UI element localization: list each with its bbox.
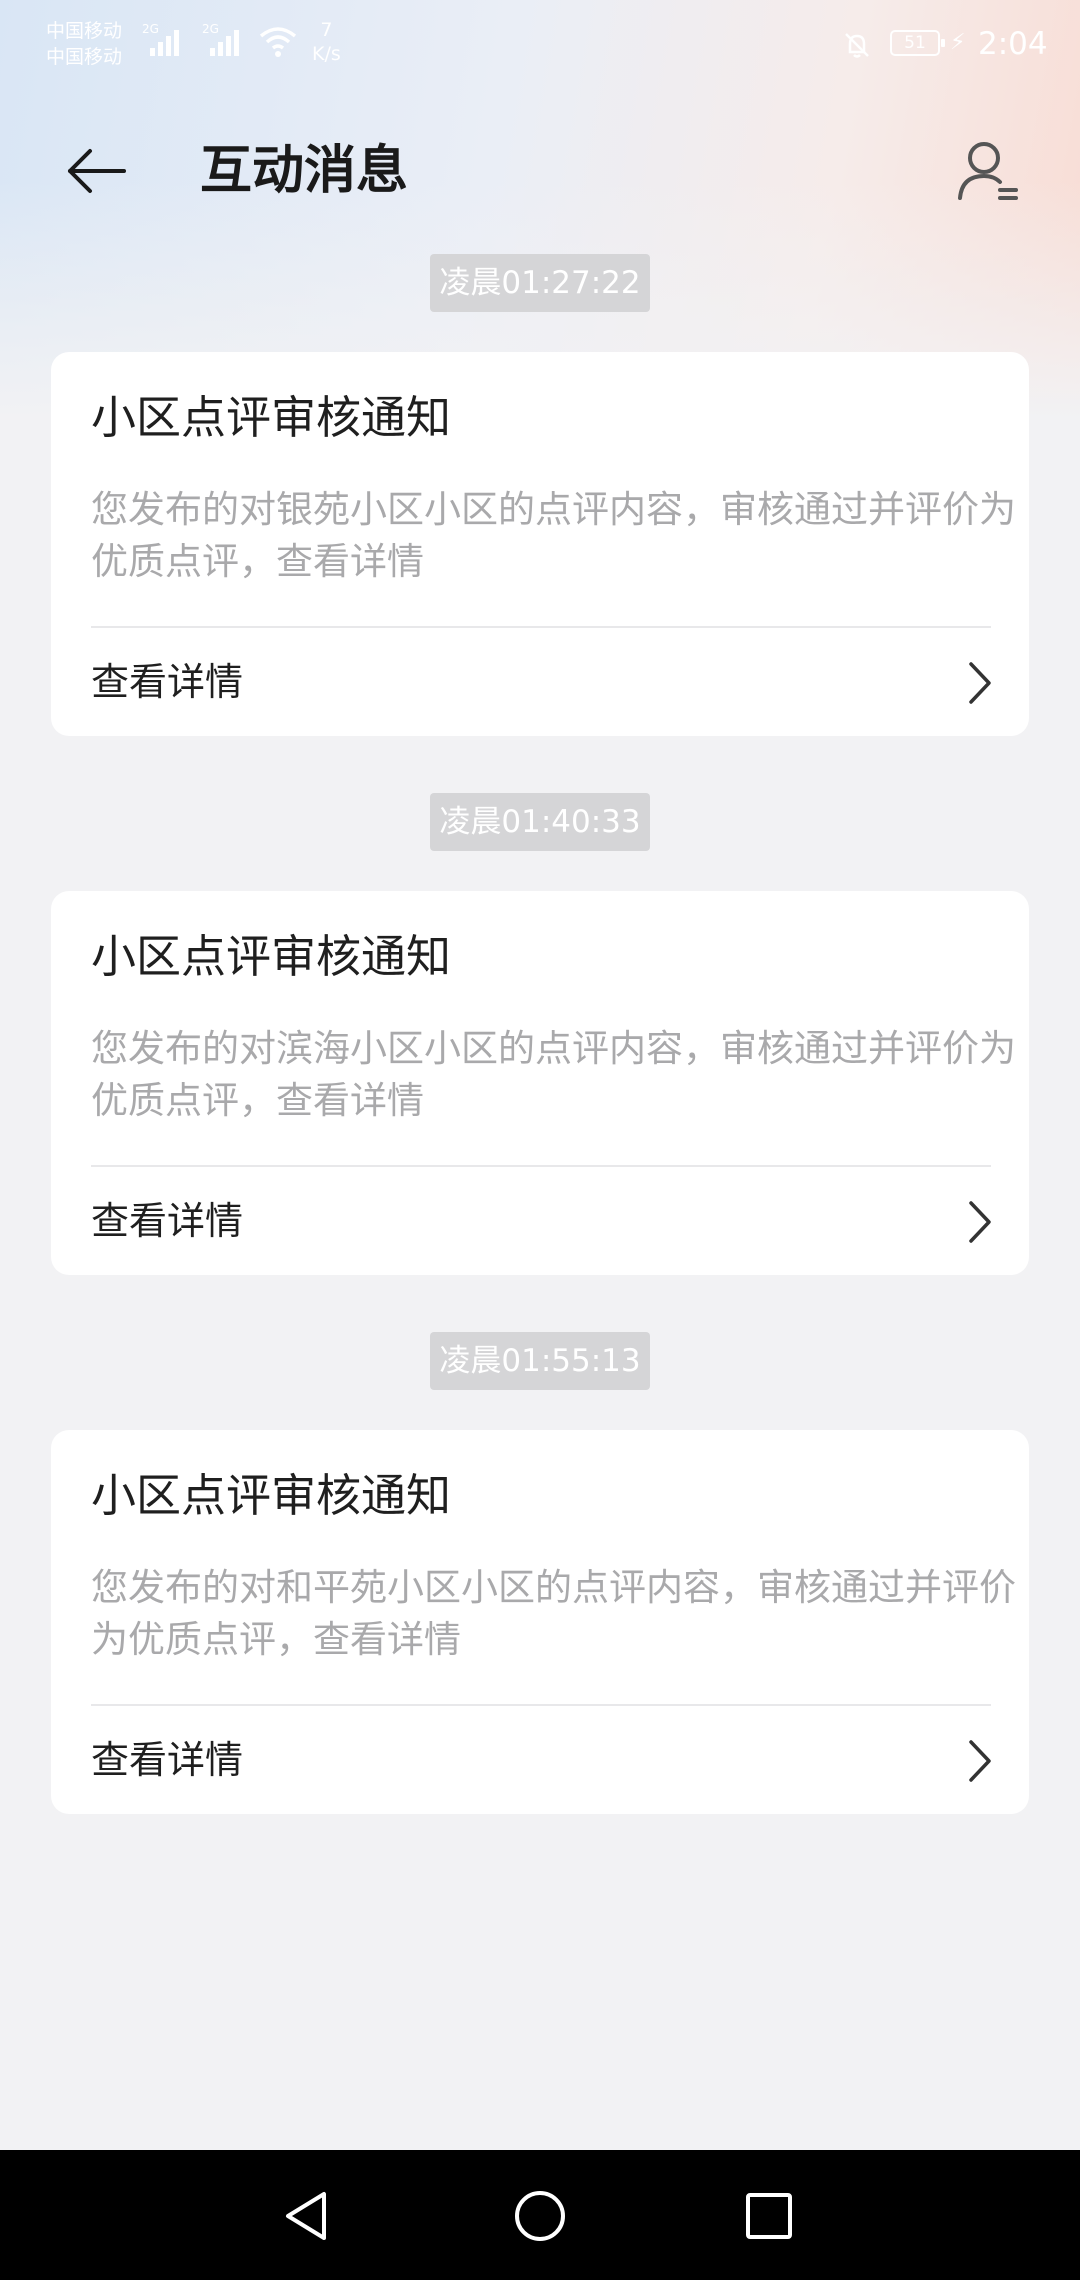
status-bar: 中国移动 中国移动 2G 2G 7 K/s 51 ⚡ 2:04 — [0, 0, 1080, 90]
profile-button[interactable] — [952, 135, 1024, 207]
page-title: 互动消息 — [200, 141, 409, 201]
message-title: 小区点评审核通知 — [91, 391, 452, 444]
network-type-2: 2G — [202, 22, 219, 36]
message-timestamp: 凌晨01:55:13 — [430, 1332, 650, 1390]
message-title: 小区点评审核通知 — [91, 1469, 452, 1522]
wifi-icon — [258, 24, 298, 62]
arrow-left-icon — [68, 149, 126, 193]
nav-home-button[interactable] — [504, 2180, 576, 2252]
system-nav-bar — [0, 2150, 1080, 2280]
view-details-label: 查看详情 — [91, 660, 244, 704]
view-details-link[interactable]: 查看详情 — [51, 628, 1029, 736]
message-card[interactable]: 小区点评审核通知 您发布的对银苑小区小区的点评内容，审核通过并评价为优质点评，查… — [51, 352, 1029, 736]
carrier-labels: 中国移动 中国移动 — [46, 18, 122, 70]
chevron-right-icon — [969, 662, 991, 704]
signal-icon: 2G — [202, 22, 239, 56]
view-details-link[interactable]: 查看详情 — [51, 1706, 1029, 1814]
network-type-1: 2G — [142, 22, 159, 36]
message-card[interactable]: 小区点评审核通知 您发布的对滨海小区小区的点评内容，审核通过并评价为优质点评，查… — [51, 891, 1029, 1275]
battery-level: 51 — [904, 33, 926, 53]
speed-value: 7 — [320, 19, 333, 41]
speed-unit: K/s — [312, 43, 341, 65]
network-speed: 7 K/s — [312, 18, 341, 66]
message-timestamp: 凌晨01:27:22 — [430, 254, 650, 312]
status-time: 2:04 — [978, 26, 1048, 62]
message-timestamp: 凌晨01:40:33 — [430, 793, 650, 851]
chevron-right-icon — [969, 1740, 991, 1782]
message-body: 您发布的对滨海小区小区的点评内容，审核通过并评价为优质点评，查看详情 — [91, 1027, 1016, 1122]
message-body: 您发布的对银苑小区小区的点评内容，审核通过并评价为优质点评，查看详情 — [91, 488, 1016, 583]
charging-icon: ⚡ — [950, 30, 966, 55]
view-details-link[interactable]: 查看详情 — [51, 1167, 1029, 1275]
battery-icon: 51 — [890, 30, 945, 56]
nav-back-button[interactable] — [272, 2180, 344, 2252]
circle-home-icon — [515, 2191, 565, 2241]
message-body: 您发布的对和平苑小区小区的点评内容，审核通过并评价为优质点评，查看详情 — [91, 1566, 1016, 1661]
bell-off-icon — [842, 30, 872, 64]
square-recents-icon — [746, 2193, 792, 2239]
view-details-label: 查看详情 — [91, 1199, 244, 1243]
carrier-1: 中国移动 — [46, 20, 123, 42]
user-list-icon — [958, 142, 1018, 200]
signal-icon: 2G — [142, 22, 179, 56]
triangle-back-icon — [286, 2192, 326, 2240]
nav-recents-button[interactable] — [733, 2180, 805, 2252]
chevron-right-icon — [969, 1201, 991, 1243]
carrier-2: 中国移动 — [46, 46, 123, 68]
message-title: 小区点评审核通知 — [91, 930, 452, 983]
back-button[interactable] — [60, 135, 132, 207]
message-card[interactable]: 小区点评审核通知 您发布的对和平苑小区小区的点评内容，审核通过并评价为优质点评，… — [51, 1430, 1029, 1814]
view-details-label: 查看详情 — [91, 1738, 244, 1782]
